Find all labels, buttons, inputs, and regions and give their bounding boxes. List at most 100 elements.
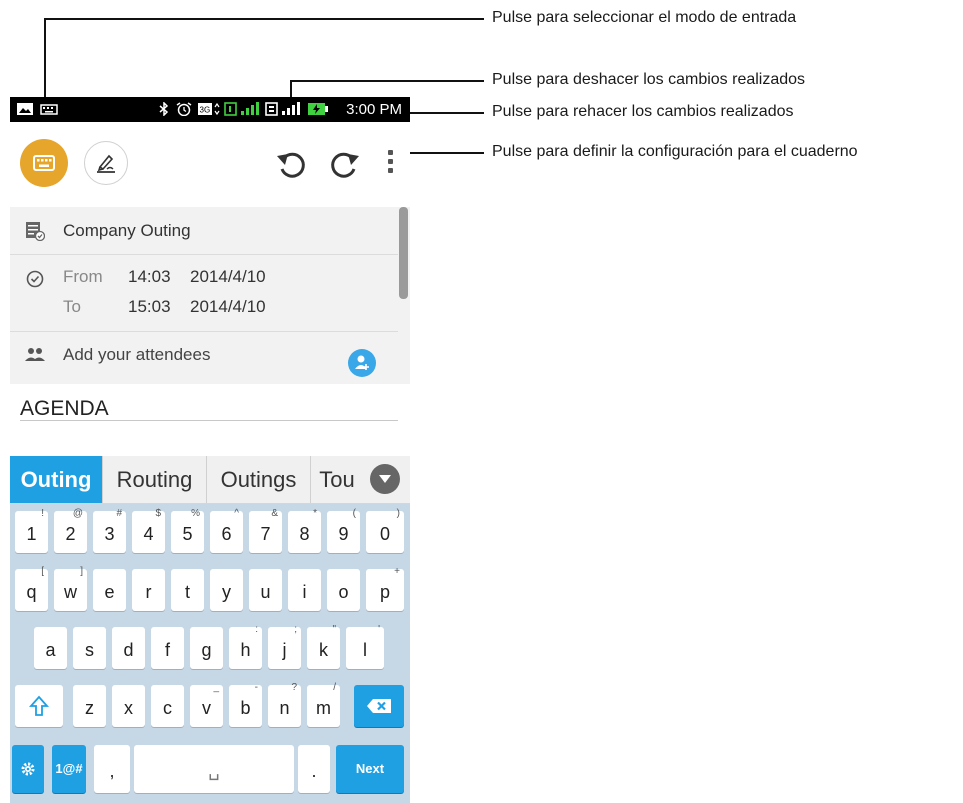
note-text[interactable]: AGENDA bbox=[20, 397, 109, 421]
key-l[interactable]: l ' bbox=[346, 624, 384, 669]
note-underline bbox=[20, 420, 398, 421]
key-n[interactable]: n? bbox=[268, 682, 301, 727]
to-time[interactable]: 15:03 bbox=[128, 297, 171, 317]
key-a[interactable]: a bbox=[34, 627, 67, 669]
status-time: 3:00 PM bbox=[346, 101, 402, 118]
key-3[interactable]: 3 # bbox=[93, 508, 126, 553]
status-bar: 3G 3:00 PM bbox=[10, 97, 410, 122]
key-m[interactable]: m / bbox=[307, 682, 340, 727]
period-key[interactable]: . bbox=[298, 745, 330, 793]
suggestion-4[interactable]: Tou bbox=[311, 456, 363, 503]
key-v[interactable]: v _ bbox=[190, 682, 223, 727]
key-t[interactable]: t bbox=[171, 569, 204, 611]
keyboard-status-icon bbox=[40, 104, 58, 115]
callout-redo: Pulse para rehacer los cambios realizado… bbox=[492, 103, 794, 120]
more-vert-icon[interactable] bbox=[380, 146, 400, 182]
key-f[interactable]: f bbox=[151, 627, 184, 669]
shift-icon bbox=[29, 695, 49, 716]
handwriting-mode-button[interactable] bbox=[84, 141, 128, 185]
add-attendee-button[interactable] bbox=[348, 349, 376, 377]
people-icon bbox=[25, 348, 45, 361]
key-q[interactable]: q[ bbox=[15, 566, 48, 611]
key-p[interactable]: p + bbox=[366, 566, 404, 611]
redo-icon[interactable] bbox=[324, 143, 364, 183]
sim1-signal-icon bbox=[224, 102, 259, 116]
next-key[interactable]: Next bbox=[336, 745, 404, 793]
scrollbar-thumb[interactable] bbox=[399, 207, 408, 299]
keyboard: 1! 2 @ 3 # 4 $ 5% 6 ^ 7 & 8 * 9( 0) q[ w] e r … bbox=[10, 504, 410, 803]
svg-text:3G: 3G bbox=[200, 106, 211, 115]
key-y[interactable]: y bbox=[210, 569, 243, 611]
gear-icon bbox=[21, 762, 35, 776]
callout-line-input-mode-h bbox=[44, 18, 484, 20]
suggestion-2[interactable]: Routing bbox=[103, 456, 207, 503]
from-time[interactable]: 14:03 bbox=[128, 267, 171, 287]
callout-input-mode: Pulse para seleccionar el modo de entrad… bbox=[492, 9, 797, 26]
callout-undo: Pulse para deshacer los cambios realizad… bbox=[492, 71, 806, 88]
key-5[interactable]: 5% bbox=[171, 508, 204, 553]
attendees-row[interactable]: Add your attendees bbox=[10, 332, 398, 384]
comma-key[interactable]: , bbox=[94, 745, 130, 793]
attendees-placeholder: Add your attendees bbox=[63, 345, 211, 364]
event-title: Company Outing bbox=[63, 221, 191, 240]
key-7[interactable]: 7 & bbox=[249, 508, 282, 553]
event-title-row[interactable]: Company Outing bbox=[10, 207, 398, 255]
from-date[interactable]: 2014/4/10 bbox=[190, 267, 266, 287]
clock-check-icon bbox=[26, 270, 44, 288]
key-h[interactable]: h: bbox=[229, 624, 262, 669]
suggestion-bar: Outing Routing Outings Tou bbox=[10, 456, 410, 504]
chevron-down-icon bbox=[379, 475, 391, 483]
key-0[interactable]: 0) bbox=[366, 508, 404, 553]
key-u[interactable]: u bbox=[249, 569, 282, 611]
key-1[interactable]: 1! bbox=[15, 508, 48, 553]
input-mode-button[interactable] bbox=[20, 139, 68, 187]
key-c[interactable]: c bbox=[151, 685, 184, 727]
to-date[interactable]: 2014/4/10 bbox=[190, 297, 266, 317]
backspace-key[interactable] bbox=[354, 685, 404, 727]
key-x[interactable]: x bbox=[112, 685, 145, 727]
add-person-icon bbox=[355, 355, 369, 370]
from-label: From bbox=[63, 267, 103, 286]
gallery-icon bbox=[17, 103, 33, 115]
sim2-signal-icon bbox=[265, 102, 300, 116]
backspace-icon bbox=[367, 699, 391, 713]
battery-charging-icon bbox=[308, 103, 328, 115]
key-z[interactable]: z bbox=[73, 685, 106, 727]
keyboard-icon bbox=[33, 155, 55, 171]
event-time-row[interactable]: From 14:03 2014/4/10 To 15:03 2014/4/10 bbox=[10, 255, 398, 332]
key-r[interactable]: r bbox=[132, 569, 165, 611]
bluetooth-icon bbox=[159, 102, 169, 116]
settings-key[interactable] bbox=[12, 745, 44, 793]
shift-key[interactable] bbox=[15, 685, 63, 727]
key-9[interactable]: 9( bbox=[327, 508, 360, 553]
space-key[interactable]: ␣ bbox=[134, 745, 294, 793]
suggestions-expand-button[interactable] bbox=[370, 464, 400, 494]
undo-icon[interactable] bbox=[272, 143, 312, 183]
key-o[interactable]: o bbox=[327, 569, 360, 611]
key-8[interactable]: 8 * bbox=[288, 508, 321, 553]
callout-line-undo-h bbox=[290, 80, 484, 82]
key-i[interactable]: i bbox=[288, 569, 321, 611]
network-3g-icon: 3G bbox=[198, 102, 220, 116]
to-label: To bbox=[63, 297, 81, 316]
event-note-icon bbox=[26, 222, 45, 241]
key-j[interactable]: j; bbox=[268, 624, 301, 669]
suggestion-3[interactable]: Outings bbox=[207, 456, 311, 503]
key-4[interactable]: 4 $ bbox=[132, 508, 165, 553]
key-e[interactable]: e bbox=[93, 569, 126, 611]
key-g[interactable]: g bbox=[190, 627, 223, 669]
key-2[interactable]: 2 @ bbox=[54, 508, 87, 553]
key-6[interactable]: 6 ^ bbox=[210, 508, 243, 553]
alarm-icon bbox=[176, 102, 192, 116]
phone-screen: 3G 3:00 PM Company Outing From 14:03 201… bbox=[10, 97, 410, 803]
symbols-key[interactable]: 1@# bbox=[52, 745, 86, 793]
key-d[interactable]: d bbox=[112, 627, 145, 669]
app-bar bbox=[10, 122, 410, 207]
callout-settings: Pulse para definir la configuración para… bbox=[492, 143, 858, 160]
key-b[interactable]: b- bbox=[229, 682, 262, 727]
pen-icon bbox=[97, 154, 115, 173]
suggestion-1[interactable]: Outing bbox=[10, 456, 103, 503]
key-k[interactable]: k " bbox=[307, 624, 340, 669]
key-w[interactable]: w] bbox=[54, 566, 87, 611]
key-s[interactable]: s bbox=[73, 627, 106, 669]
